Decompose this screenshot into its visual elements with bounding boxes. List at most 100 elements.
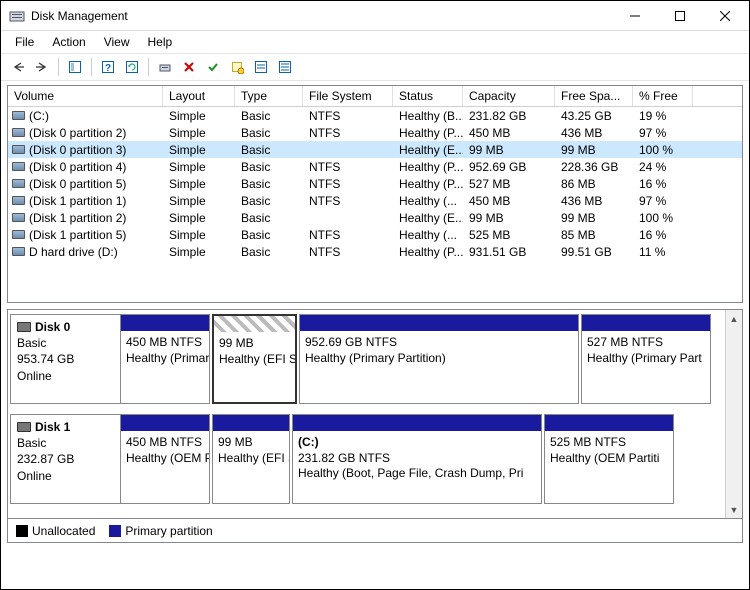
volume-row[interactable]: (Disk 1 partition 2)SimpleBasicHealthy (… xyxy=(8,209,742,226)
volume-name: (Disk 1 partition 1) xyxy=(29,194,126,208)
list-view-button[interactable] xyxy=(250,56,272,78)
volume-status: Healthy (P... xyxy=(393,126,463,140)
col-pct-free[interactable]: % Free xyxy=(633,86,693,106)
partition[interactable]: 952.69 GB NTFSHealthy (Primary Partition… xyxy=(299,314,579,404)
volume-layout: Simple xyxy=(163,211,235,225)
volume-free: 85 MB xyxy=(555,228,633,242)
volume-icon xyxy=(12,179,25,188)
volume-list[interactable]: Volume Layout Type File System Status Ca… xyxy=(7,85,743,303)
partition-size: 99 MB xyxy=(218,435,284,451)
blue-swatch-icon xyxy=(109,525,121,537)
partition-size: 450 MB NTFS xyxy=(126,435,204,451)
volume-row[interactable]: (Disk 0 partition 5)SimpleBasicNTFSHealt… xyxy=(8,175,742,192)
volume-fs: NTFS xyxy=(303,194,393,208)
volume-type: Basic xyxy=(235,143,303,157)
disk-row: Disk 0Basic953.74 GBOnline450 MB NTFSHea… xyxy=(10,314,723,404)
partition-size: 525 MB NTFS xyxy=(550,435,668,451)
volume-row[interactable]: (Disk 1 partition 5)SimpleBasicNTFSHealt… xyxy=(8,226,742,243)
col-status[interactable]: Status xyxy=(393,86,463,106)
disk-info[interactable]: Disk 0Basic953.74 GBOnline xyxy=(10,314,120,404)
volume-icon xyxy=(12,247,25,256)
volume-row[interactable]: (Disk 0 partition 3)SimpleBasicHealthy (… xyxy=(8,141,742,158)
partition-status: Healthy (Primary Partition) xyxy=(305,351,573,367)
partition[interactable]: 450 MB NTFSHealthy (OEM Part xyxy=(120,414,210,504)
legend-primary: Primary partition xyxy=(109,524,212,538)
new-volume-button[interactable] xyxy=(226,56,248,78)
disk-graphic-panel: Disk 0Basic953.74 GBOnline450 MB NTFSHea… xyxy=(7,309,743,519)
volume-capacity: 527 MB xyxy=(463,177,555,191)
col-free[interactable]: Free Spa... xyxy=(555,86,633,106)
maximize-button[interactable] xyxy=(657,2,702,30)
volume-icon xyxy=(12,128,25,137)
partition[interactable]: 99 MBHealthy (EFI Sy xyxy=(212,314,297,404)
partition-status: Healthy (EFI S xyxy=(218,451,284,467)
disk-name: Disk 1 xyxy=(35,419,70,435)
disk-size: 232.87 GB xyxy=(17,451,114,467)
refresh-button[interactable] xyxy=(121,56,143,78)
volume-free: 99.51 GB xyxy=(555,245,633,259)
col-capacity[interactable]: Capacity xyxy=(463,86,555,106)
volume-row[interactable]: (Disk 1 partition 1)SimpleBasicNTFSHealt… xyxy=(8,192,742,209)
volume-capacity: 450 MB xyxy=(463,126,555,140)
volume-row[interactable]: D hard drive (D:)SimpleBasicNTFSHealthy … xyxy=(8,243,742,260)
scroll-down-icon[interactable]: ▼ xyxy=(726,501,742,518)
help-button[interactable]: ? xyxy=(97,56,119,78)
volume-pct: 19 % xyxy=(633,109,693,123)
show-hide-tree-button[interactable] xyxy=(64,56,86,78)
volume-capacity: 99 MB xyxy=(463,211,555,225)
disk-info[interactable]: Disk 1Basic232.87 GBOnline xyxy=(10,414,120,504)
delete-button[interactable] xyxy=(178,56,200,78)
volume-icon xyxy=(12,196,25,205)
volume-capacity: 525 MB xyxy=(463,228,555,242)
disk-type: Basic xyxy=(17,435,114,451)
menu-file[interactable]: File xyxy=(7,33,42,51)
volume-row[interactable]: (C:)SimpleBasicNTFSHealthy (B...231.82 G… xyxy=(8,107,742,124)
forward-button[interactable] xyxy=(31,56,53,78)
vertical-scrollbar[interactable]: ▲ ▼ xyxy=(725,310,742,518)
partition[interactable]: 450 MB NTFSHealthy (Primary Par xyxy=(120,314,210,404)
partition[interactable]: (C:)231.82 GB NTFSHealthy (Boot, Page Fi… xyxy=(292,414,542,504)
partition[interactable]: 99 MBHealthy (EFI S xyxy=(212,414,290,504)
rescan-disks-button[interactable] xyxy=(154,56,176,78)
menu-view[interactable]: View xyxy=(96,33,138,51)
disk-icon xyxy=(17,422,31,432)
toolbar-separator xyxy=(91,58,92,76)
volume-pct: 97 % xyxy=(633,194,693,208)
partition-stripe xyxy=(545,415,673,431)
volume-layout: Simple xyxy=(163,109,235,123)
partition[interactable]: 525 MB NTFSHealthy (OEM Partiti xyxy=(544,414,674,504)
col-filesystem[interactable]: File System xyxy=(303,86,393,106)
partition[interactable]: 527 MB NTFSHealthy (Primary Part xyxy=(581,314,711,404)
col-layout[interactable]: Layout xyxy=(163,86,235,106)
volume-pct: 16 % xyxy=(633,177,693,191)
volume-icon xyxy=(12,111,25,120)
toolbar-separator xyxy=(148,58,149,76)
volume-row[interactable]: (Disk 0 partition 2)SimpleBasicNTFSHealt… xyxy=(8,124,742,141)
menu-bar: File Action View Help xyxy=(1,31,749,53)
menu-action[interactable]: Action xyxy=(44,33,93,51)
menu-help[interactable]: Help xyxy=(140,33,181,51)
details-view-button[interactable] xyxy=(274,56,296,78)
volume-pct: 97 % xyxy=(633,126,693,140)
disk-size: 953.74 GB xyxy=(17,351,114,367)
legend-primary-label: Primary partition xyxy=(125,524,212,538)
col-type[interactable]: Type xyxy=(235,86,303,106)
scroll-up-icon[interactable]: ▲ xyxy=(726,310,742,327)
volume-layout: Simple xyxy=(163,143,235,157)
volume-icon xyxy=(12,213,25,222)
legend: Unallocated Primary partition xyxy=(7,519,743,543)
col-volume[interactable]: Volume xyxy=(8,86,163,106)
close-button[interactable] xyxy=(702,2,747,30)
back-button[interactable] xyxy=(7,56,29,78)
volume-type: Basic xyxy=(235,160,303,174)
partition-container: 450 MB NTFSHealthy (OEM Part99 MBHealthy… xyxy=(120,414,723,504)
minimize-button[interactable] xyxy=(612,2,657,30)
volume-layout: Simple xyxy=(163,194,235,208)
toolbar: ? xyxy=(1,53,749,81)
partition-status: Healthy (OEM Part xyxy=(126,451,204,467)
volume-status: Healthy (E... xyxy=(393,143,463,157)
partition-stripe xyxy=(121,415,209,431)
check-button[interactable] xyxy=(202,56,224,78)
volume-free: 99 MB xyxy=(555,211,633,225)
volume-row[interactable]: (Disk 0 partition 4)SimpleBasicNTFSHealt… xyxy=(8,158,742,175)
